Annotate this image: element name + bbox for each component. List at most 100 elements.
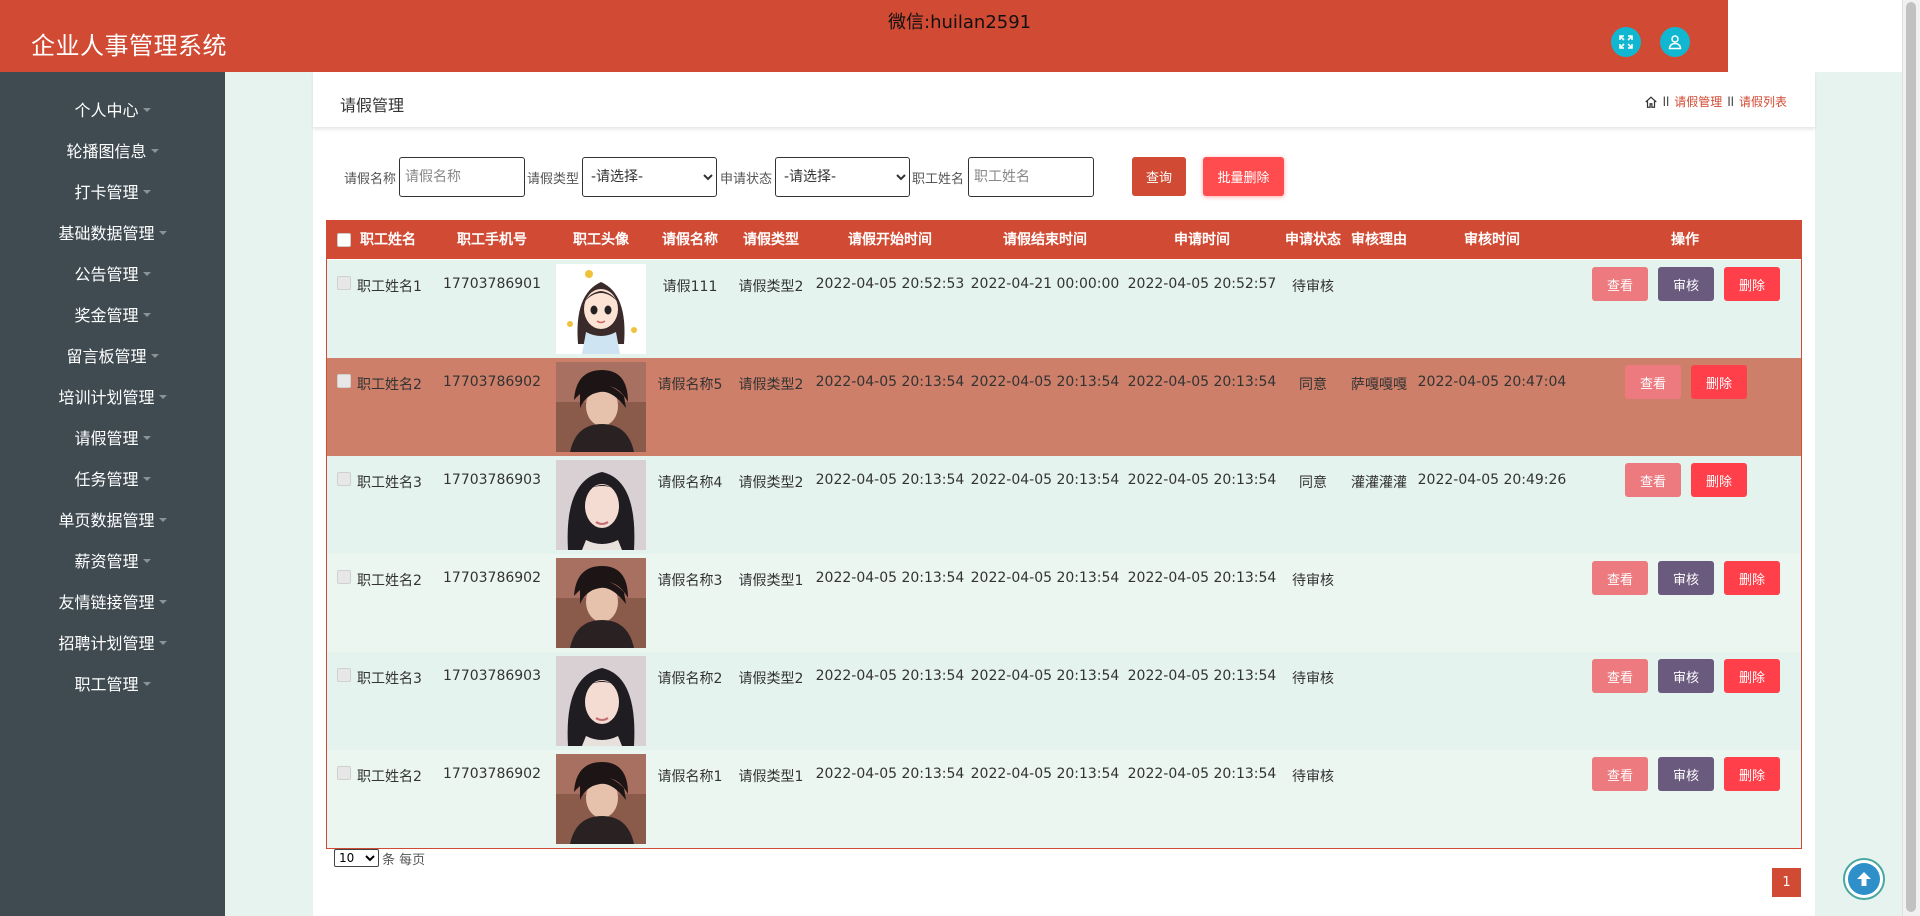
leave-name-input[interactable] [399, 157, 525, 197]
sidebar-item-label: 基础数据管理 [58, 223, 155, 243]
batch-delete-button[interactable]: 批量删除 [1203, 157, 1284, 196]
col-audit-time-header: 审核时间 [1464, 232, 1520, 248]
page-size-select[interactable]: 10 [334, 849, 379, 867]
caret-down-icon [158, 599, 167, 604]
app-title: 企业人事管理系统 [31, 32, 227, 60]
breadcrumb-item-leave-management[interactable]: 请假管理 [1674, 93, 1722, 110]
col-end-time-header: 请假结束时间 [1003, 232, 1087, 248]
status-select[interactable]: -请选择- [775, 157, 910, 197]
audit-button[interactable]: 审核 [1658, 757, 1714, 791]
apply-time-cell: 2022-04-05 20:13:54 [1127, 766, 1277, 782]
sidebar: 个人中心轮播图信息打卡管理基础数据管理公告管理 奖金管理 留言板管理 培训计划管理 请假… [0, 72, 225, 916]
select-all-checkbox[interactable] [337, 233, 351, 247]
sidebar-item[interactable]: 薪资管理 [0, 539, 225, 580]
leave-type-cell: 请假类型2 [738, 671, 804, 687]
caret-down-icon [142, 435, 151, 440]
employee-avatar [556, 264, 646, 354]
row-checkbox[interactable] [337, 374, 351, 388]
watermark-text: 微信:huilan2591 [888, 12, 1032, 33]
start-time-cell: 2022-04-05 20:13:54 [815, 374, 965, 390]
delete-button[interactable]: 删除 [1724, 659, 1780, 693]
row-checkbox[interactable] [337, 276, 351, 290]
page-number-button[interactable]: 1 [1772, 868, 1801, 897]
audit-button[interactable]: 审核 [1658, 659, 1714, 693]
col-audit-reason-header: 审核理由 [1351, 232, 1407, 248]
employee-name-cell: 职工姓名2 [357, 377, 422, 393]
delete-button[interactable]: 删除 [1691, 365, 1747, 399]
col-leave-type-header: 请假类型 [743, 232, 799, 248]
employee-name-input[interactable] [968, 157, 1094, 197]
row-checkbox[interactable] [337, 570, 351, 584]
query-button[interactable]: 查询 [1132, 157, 1186, 196]
leave-type-select[interactable]: -请选择- [582, 157, 717, 197]
sidebar-item[interactable]: 个人中心 [0, 88, 225, 129]
user-icon [1668, 35, 1682, 50]
col-actions-header: 操作 [1671, 232, 1699, 248]
sidebar-item[interactable]: 轮播图信息 [0, 129, 225, 170]
end-time-cell: 2022-04-05 20:13:54 [970, 570, 1120, 586]
view-button[interactable]: 查看 [1592, 267, 1648, 301]
caret-down-icon [158, 230, 167, 235]
row-checkbox[interactable] [337, 766, 351, 780]
breadcrumb-item-leave-list[interactable]: 请假列表 [1739, 93, 1787, 110]
leave-name-cell: 请假名称5 [657, 377, 723, 393]
caret-down-icon [142, 476, 151, 481]
sidebar-item[interactable]: 打卡管理 [0, 170, 225, 211]
sidebar-item[interactable]: 公告管理 [0, 252, 225, 293]
leave-table: 职工姓名 职工手机号 职工头像 请假名称 请假类型 请假开始时间 请假结束时间 申请时间 申请状… [326, 220, 1802, 849]
delete-button[interactable]: 删除 [1691, 463, 1747, 497]
leave-type-cell: 请假类型1 [738, 573, 804, 589]
audit-reason-cell: 萨嘎嘎嘎 [1351, 377, 1407, 393]
sidebar-item[interactable]: 招聘计划管理 [0, 621, 225, 662]
view-button[interactable]: 查看 [1592, 659, 1648, 693]
employee-phone-cell: 17703786903 [443, 668, 541, 684]
panel-header: 请假管理 ll 请假管理 ll 请假列表 [313, 72, 1815, 128]
table-row: 职工姓名2 17703786902 请假名称1 请假类型1 2022-04-05 20:… [327, 750, 1801, 848]
sidebar-item[interactable]: 培训计划管理 [0, 375, 225, 416]
sidebar-item-label: 任务管理 [74, 469, 139, 489]
employee-avatar [556, 558, 646, 648]
caret-down-icon [142, 681, 151, 686]
back-to-top-button[interactable] [1843, 858, 1885, 900]
table-row: 职工姓名3 17703786903 请假名称2 请假类型2 2022-04-05 20:… [327, 652, 1801, 750]
end-time-cell: 2022-04-21 00:00:00 [970, 276, 1120, 292]
sidebar-item[interactable]: 友情链接管理 [0, 580, 225, 621]
col-employee-avatar-header: 职工头像 [573, 232, 629, 248]
view-button[interactable]: 查看 [1625, 365, 1681, 399]
start-time-cell: 2022-04-05 20:52:53 [815, 276, 965, 292]
delete-button[interactable]: 删除 [1724, 267, 1780, 301]
employee-name-cell: 职工姓名1 [357, 279, 422, 295]
apply-time-cell: 2022-04-05 20:13:54 [1127, 472, 1277, 488]
fullscreen-button[interactable] [1611, 27, 1641, 57]
sidebar-item[interactable]: 留言板管理 [0, 334, 225, 375]
home-icon[interactable] [1644, 95, 1658, 109]
delete-button[interactable]: 删除 [1724, 561, 1780, 595]
end-time-cell: 2022-04-05 20:13:54 [970, 374, 1120, 390]
audit-button[interactable]: 审核 [1658, 561, 1714, 595]
view-button[interactable]: 查看 [1592, 757, 1648, 791]
leave-type-cell: 请假类型2 [738, 279, 804, 295]
sidebar-item-label: 招聘计划管理 [58, 633, 155, 653]
view-button[interactable]: 查看 [1592, 561, 1648, 595]
row-checkbox[interactable] [337, 472, 351, 486]
user-profile-button[interactable] [1660, 27, 1690, 57]
end-time-cell: 2022-04-05 20:13:54 [970, 668, 1120, 684]
employee-avatar [556, 362, 646, 452]
sidebar-item[interactable]: 职工管理 [0, 662, 225, 703]
row-checkbox[interactable] [337, 668, 351, 682]
delete-button[interactable]: 删除 [1724, 757, 1780, 791]
view-button[interactable]: 查看 [1625, 463, 1681, 497]
status-cell: 待审核 [1292, 573, 1334, 589]
sidebar-item[interactable]: 任务管理 [0, 457, 225, 498]
scrollbar-thumb[interactable] [1906, 2, 1916, 912]
audit-button[interactable]: 审核 [1658, 267, 1714, 301]
caret-down-icon [142, 271, 151, 276]
caret-down-icon [142, 189, 151, 194]
sidebar-item[interactable]: 奖金管理 [0, 293, 225, 334]
col-employee-name-header: 职工姓名 [360, 232, 416, 248]
sidebar-item[interactable]: 请假管理 [0, 416, 225, 457]
sidebar-item[interactable]: 单页数据管理 [0, 498, 225, 539]
apply-time-cell: 2022-04-05 20:13:54 [1127, 570, 1277, 586]
sidebar-item[interactable]: 基础数据管理 [0, 211, 225, 252]
sidebar-item-label: 轮播图信息 [66, 141, 147, 161]
